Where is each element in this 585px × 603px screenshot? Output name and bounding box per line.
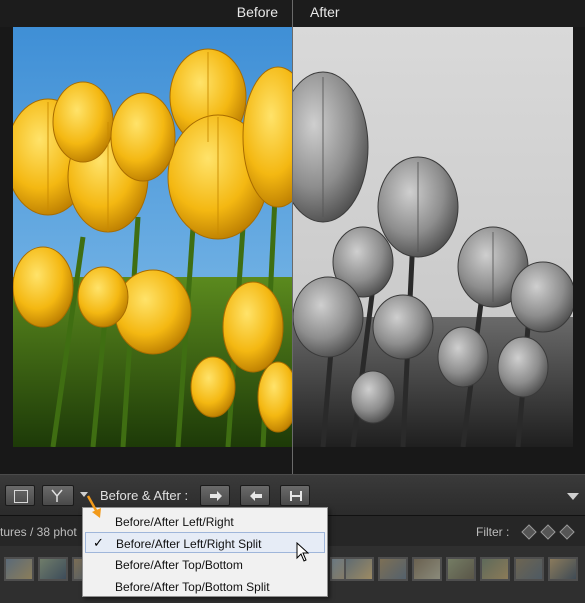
copy-after-to-before-button[interactable] <box>240 485 270 506</box>
filmstrip-thumb[interactable] <box>548 557 578 581</box>
photo-count-text: tures / 38 phot <box>0 525 77 539</box>
filmstrip-thumb[interactable] <box>4 557 34 581</box>
annotation-arrow-icon <box>86 495 101 518</box>
filmstrip-thumb[interactable] <box>412 557 442 581</box>
copy-before-to-after-button[interactable] <box>200 485 230 506</box>
menu-item-top-bottom-split[interactable]: Before/After Top/Bottom Split <box>85 576 325 597</box>
filter-label: Filter : <box>476 525 510 539</box>
after-image <box>293 27 573 447</box>
menu-item-top-bottom[interactable]: Before/After Top/Bottom <box>85 554 325 575</box>
swap-icon <box>290 491 302 501</box>
before-image <box>13 27 292 447</box>
toolbar-options-icon[interactable] <box>567 493 579 500</box>
loupe-view-button[interactable] <box>5 485 35 506</box>
after-label: After <box>310 4 340 20</box>
menu-item-label: Before/After Top/Bottom Split <box>115 580 270 594</box>
arrow-right-icon <box>210 491 222 501</box>
filmstrip-thumb[interactable] <box>446 557 476 581</box>
filmstrip-thumb[interactable] <box>38 557 68 581</box>
split-divider[interactable] <box>292 0 293 474</box>
checkmark-icon: ✓ <box>93 535 104 550</box>
swap-before-after-button[interactable] <box>280 485 310 506</box>
before-after-view-button[interactable] <box>42 485 74 506</box>
before-label: Before <box>236 4 278 20</box>
menu-item-label: Before/After Top/Bottom <box>115 558 243 572</box>
mouse-cursor-icon <box>296 542 310 562</box>
filter-icons[interactable] <box>520 524 578 540</box>
filmstrip-thumb[interactable] <box>344 557 374 581</box>
menu-item-left-right-split[interactable]: ✓ Before/After Left/Right Split <box>85 532 325 553</box>
filmstrip-thumb[interactable] <box>378 557 408 581</box>
arrow-left-icon <box>250 491 262 501</box>
menu-item-left-right[interactable]: Before/After Left/Right <box>85 511 325 532</box>
menu-item-label: Before/After Left/Right Split <box>116 537 262 551</box>
before-after-label: Before & After : <box>100 488 189 503</box>
filmstrip-thumb[interactable] <box>514 557 544 581</box>
menu-item-label: Before/After Left/Right <box>115 515 234 529</box>
before-after-icon <box>51 489 63 502</box>
filmstrip-thumb[interactable] <box>480 557 510 581</box>
before-after-mode-menu: Before/After Left/Right ✓ Before/After L… <box>82 507 328 597</box>
